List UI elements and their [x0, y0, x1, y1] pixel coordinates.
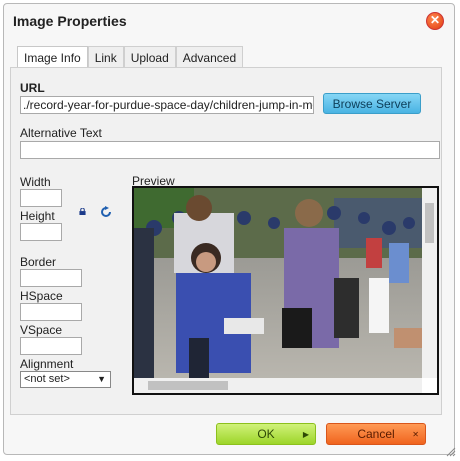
alignment-label: Alignment: [20, 357, 74, 371]
alt-text-input[interactable]: [20, 141, 440, 159]
preview-photo: [134, 188, 422, 378]
width-label: Width: [20, 175, 51, 189]
horizontal-scrollbar[interactable]: [134, 378, 422, 393]
width-input[interactable]: [20, 189, 62, 207]
cancel-label: Cancel: [357, 427, 395, 441]
tab-link[interactable]: Link: [87, 46, 124, 69]
cancel-button[interactable]: Cancel ✕: [326, 423, 426, 445]
tab-upload[interactable]: Upload: [123, 46, 176, 69]
arrow-right-icon: ▶: [302, 430, 309, 439]
hspace-label: HSpace: [20, 289, 63, 303]
lock-ratio-icon[interactable]: [79, 208, 86, 215]
ok-label: OK: [257, 427, 275, 441]
alignment-selected: <not set>: [24, 373, 70, 385]
close-icon[interactable]: ✕: [426, 12, 444, 30]
preview-area[interactable]: [132, 186, 439, 395]
hspace-input[interactable]: [20, 303, 82, 321]
url-label: URL: [20, 81, 45, 95]
alt-text-label: Alternative Text: [20, 126, 102, 140]
dialog-title: Image Properties: [13, 13, 127, 29]
url-input[interactable]: ./record-year-for-purdue-space-day/child…: [20, 96, 314, 114]
tab-bar: Image Info Link Upload Advanced: [17, 46, 244, 70]
ok-button[interactable]: OK ▶: [216, 423, 316, 445]
height-label: Height: [20, 209, 55, 223]
border-label: Border: [20, 255, 57, 269]
alignment-select[interactable]: <not set> ▼: [20, 371, 111, 388]
vspace-input[interactable]: [20, 337, 82, 355]
resize-handle-icon[interactable]: [446, 447, 456, 457]
reset-size-icon[interactable]: [100, 206, 112, 218]
vertical-scrollbar[interactable]: [422, 188, 437, 378]
x-icon: ✕: [412, 430, 419, 439]
browse-server-button[interactable]: Browse Server: [323, 93, 421, 114]
border-input[interactable]: [20, 269, 82, 287]
height-input[interactable]: [20, 223, 62, 241]
chevron-down-icon: ▼: [97, 374, 106, 384]
vspace-label: VSpace: [20, 323, 63, 337]
tab-advanced[interactable]: Advanced: [175, 46, 244, 69]
